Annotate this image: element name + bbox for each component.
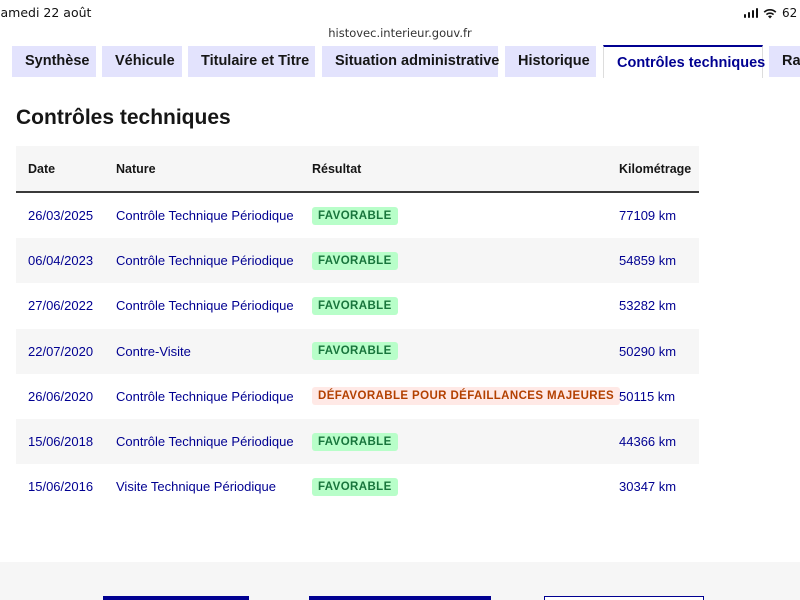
cell-kilometrage: 50115 km [619, 388, 676, 404]
status-badge: FAVORABLE [312, 432, 398, 451]
cell-date: 15/06/2016 [28, 479, 94, 495]
tab-rapport[interactable]: Rapport [769, 46, 800, 77]
tab-panel-controles-techniques: Contrôles techniques Date Nature Résulta… [0, 78, 800, 563]
status-badge: FAVORABLE [312, 251, 398, 270]
cell-kilometrage: 44366 km [619, 418, 699, 465]
battery-percentage: 62 [782, 6, 798, 20]
cell-date: 06/04/2023 [16, 238, 116, 284]
page-title: Contrôles techniques [16, 106, 231, 129]
status-badge: FAVORABLE [312, 342, 398, 361]
status-badge: DÉFAVORABLE POUR DÉFAILLANCES MAJEURES [312, 387, 621, 406]
cell-resultat: FAVORABLE [312, 328, 619, 374]
cell-date: 15/06/2018 [16, 418, 116, 465]
cell-kilometrage: 53282 km [619, 298, 677, 314]
bottom-actions-area [0, 562, 800, 600]
action-button-1[interactable] [103, 596, 249, 600]
status-badge: FAVORABLE [312, 477, 398, 496]
wifi-icon [763, 8, 777, 18]
cell-resultat: FAVORABLE [312, 418, 619, 465]
table-row: 06/04/2023 Contrôle Technique Périodique… [16, 238, 699, 284]
column-header-nature: Nature [116, 146, 312, 193]
action-button-2[interactable] [309, 596, 491, 600]
cell-nature: Contre-Visite [116, 328, 312, 374]
tab-titulaire-et-titre[interactable]: Titulaire et Titre [188, 46, 315, 77]
cell-date: 26/03/2025 [28, 208, 94, 224]
cell-resultat: FAVORABLE [312, 283, 619, 328]
status-indicators: 62 [743, 6, 800, 20]
column-header-date: Date [16, 146, 116, 193]
browser-address-bar[interactable]: histovec.interieur.gouv.fr [0, 22, 800, 42]
column-header-kilometrage: Kilométrage [619, 146, 699, 193]
table-header-row: Date Nature Résultat Kilométrage [16, 146, 699, 193]
table-row: 26/03/2025 Contrôle Technique Périodique… [16, 192, 699, 238]
tab-synthese[interactable]: Synthèse [12, 46, 96, 77]
tab-vehicule[interactable]: Véhicule [102, 46, 182, 77]
column-header-resultat: Résultat [312, 146, 619, 193]
cell-resultat: FAVORABLE [312, 192, 619, 238]
status-badge: FAVORABLE [312, 206, 398, 225]
cell-kilometrage: 77109 km [619, 208, 677, 224]
tab-situation-administrative[interactable]: Situation administrative [322, 46, 499, 77]
cell-nature: Contrôle Technique Périodique [116, 418, 312, 465]
cell-kilometrage: 54859 km [619, 238, 699, 284]
table-row: 15/06/2018 Contrôle Technique Périodique… [16, 418, 699, 465]
cellular-signal-icon [743, 8, 758, 18]
table-row: 26/06/2020 Contrôle Technique Périodique… [16, 374, 699, 419]
tab-historique[interactable]: Historique [505, 46, 596, 77]
cell-nature: Contrôle Technique Périodique [116, 238, 312, 284]
cell-resultat: FAVORABLE [312, 464, 619, 509]
tab-controles-techniques[interactable]: Contrôles techniques [603, 45, 765, 78]
cell-nature: Contrôle Technique Périodique [116, 298, 294, 314]
table-row: 15/06/2016 Visite Technique Périodique F… [16, 464, 699, 509]
table-row: 27/06/2022 Contrôle Technique Périodique… [16, 283, 699, 328]
cell-resultat: FAVORABLE [312, 238, 619, 284]
cell-kilometrage: 30347 km [619, 479, 677, 495]
ios-status-bar: samedi 22 août 62 [0, 0, 800, 24]
cell-nature: Contrôle Technique Périodique [116, 208, 294, 224]
action-button-3[interactable] [544, 596, 704, 600]
cell-kilometrage: 50290 km [619, 328, 699, 374]
cell-resultat: DÉFAVORABLE POUR DÉFAILLANCES MAJEURES [312, 374, 621, 419]
cell-date: 27/06/2022 [28, 298, 94, 314]
url-text: histovec.interieur.gouv.fr [328, 26, 472, 40]
table-row: 22/07/2020 Contre-Visite FAVORABLE 50290… [16, 328, 699, 374]
cell-nature: Contrôle Technique Périodique [116, 388, 294, 404]
cell-date: 22/07/2020 [16, 328, 116, 374]
cell-nature: Visite Technique Périodique [116, 479, 276, 495]
cell-date: 26/06/2020 [28, 388, 94, 404]
tabs-navigation: Synthèse Véhicule Titulaire et Titre Sit… [0, 42, 800, 79]
status-time: samedi 22 août [0, 5, 92, 20]
controles-techniques-table: Date Nature Résultat Kilométrage 26/03/2… [16, 146, 699, 509]
status-badge: FAVORABLE [312, 296, 398, 315]
